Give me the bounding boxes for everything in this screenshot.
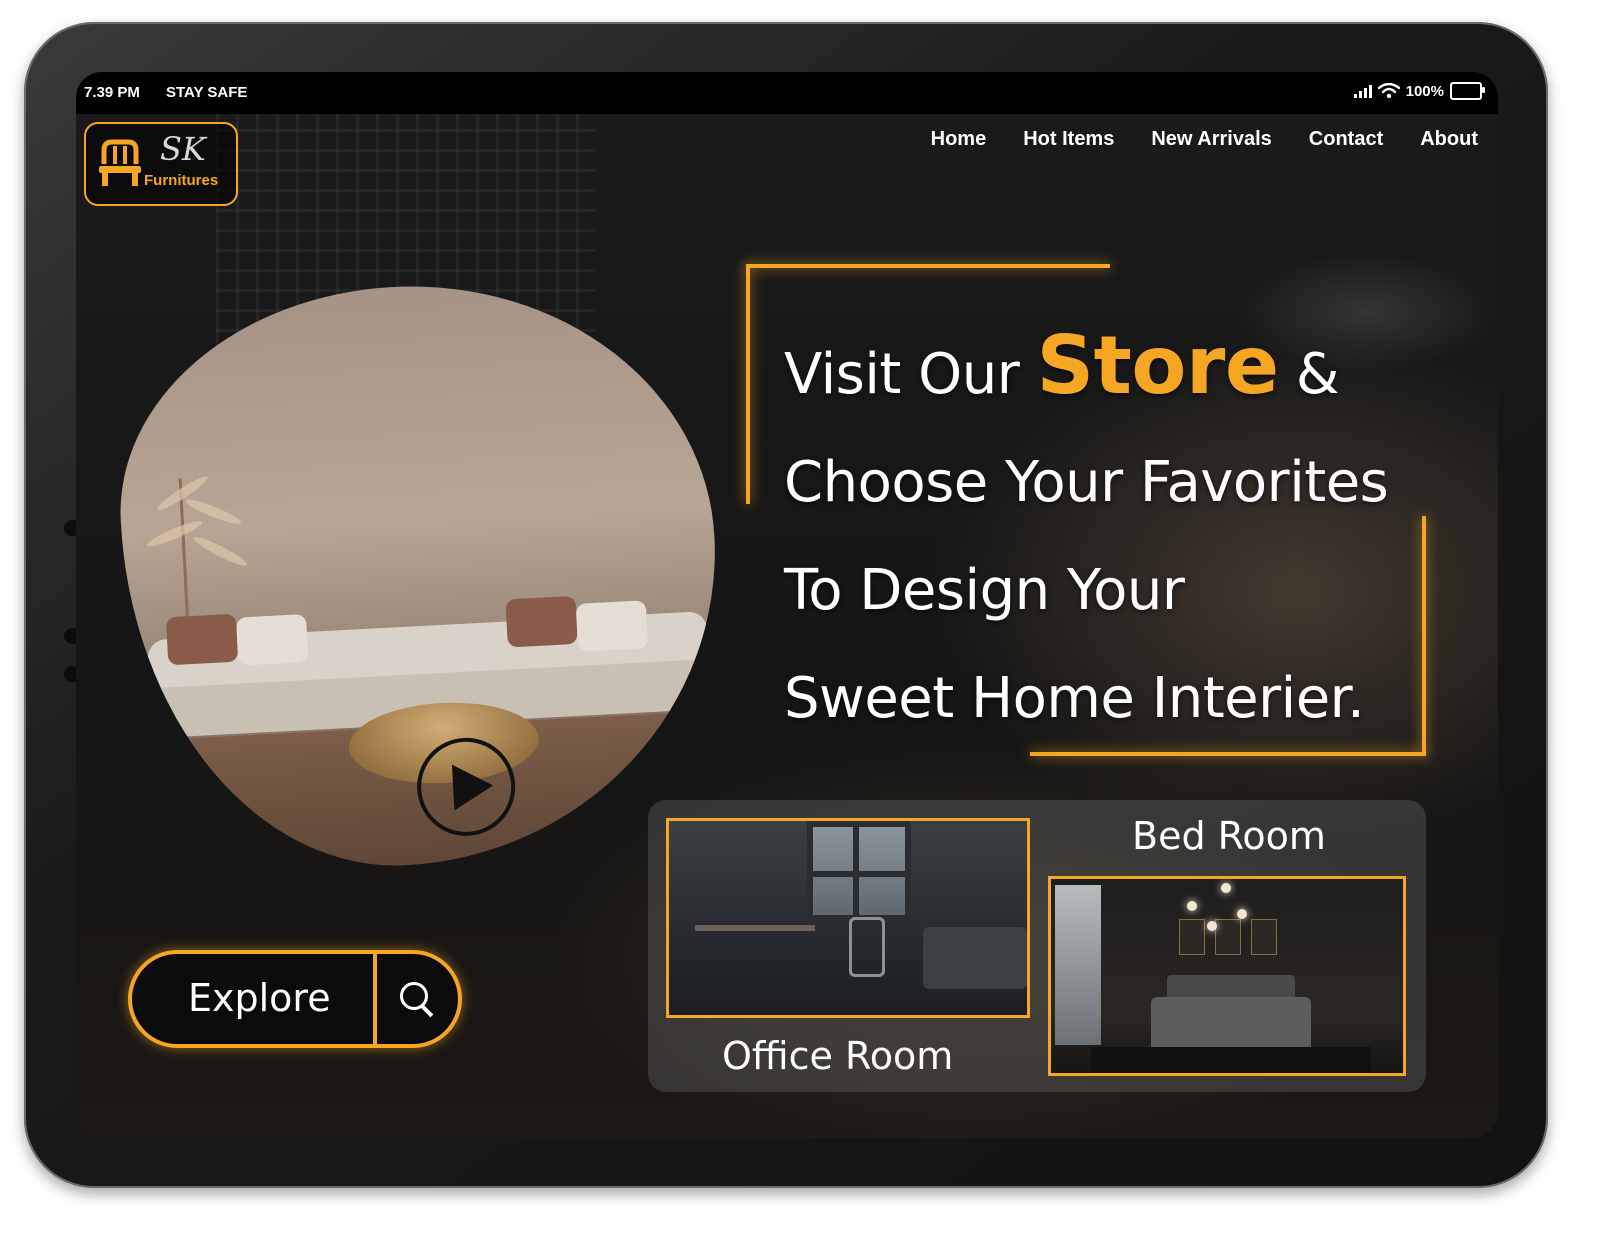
bedroom-rug <box>1091 1047 1371 1073</box>
nav-new-arrivals[interactable]: New Arrivals <box>1151 128 1271 151</box>
bed-room-label[interactable]: Bed Room <box>1132 814 1326 858</box>
headline-line-1: Visit Our Store & <box>784 312 1444 429</box>
pendant-light <box>1237 909 1247 919</box>
headline-line-3: To Design Your <box>784 558 1185 623</box>
pendant-light <box>1221 883 1231 893</box>
headline-frame-top <box>746 264 1110 268</box>
room-categories-panel: Office Room Bed Room <box>648 800 1426 1092</box>
bed-room-card[interactable] <box>1048 876 1406 1076</box>
office-desk <box>695 925 815 931</box>
headline-prefix: Visit Our <box>784 342 1020 407</box>
status-message: STAY SAFE <box>166 84 248 101</box>
nav-home[interactable]: Home <box>931 128 987 151</box>
bedroom-artwork <box>1251 919 1277 955</box>
status-bar: 7.39 PM STAY SAFE 100% <box>76 72 1498 114</box>
sofa-pillow <box>505 595 578 648</box>
explore-search-bar: Explore <box>128 950 462 1048</box>
pendant-light <box>1207 921 1217 931</box>
hero-living-room-image <box>109 270 731 880</box>
play-icon <box>451 762 495 811</box>
office-window <box>807 821 911 921</box>
app-screen: 7.39 PM STAY SAFE 100% SK Furnitures Hom… <box>76 72 1498 1138</box>
status-time: 7.39 PM <box>84 84 140 101</box>
search-button[interactable] <box>378 954 458 1044</box>
bedroom-artwork <box>1179 919 1205 955</box>
headline-frame-left <box>746 264 750 504</box>
bedroom-window <box>1055 885 1101 1045</box>
nav-about[interactable]: About <box>1420 128 1478 151</box>
headline-accent: Store <box>1036 319 1280 412</box>
battery-icon <box>1450 82 1485 100</box>
hero-headline: Visit Our Store & Choose Your Favorites … <box>784 312 1444 753</box>
sofa-pillow <box>235 614 309 666</box>
bedroom-artwork <box>1215 919 1241 955</box>
chair-icon <box>99 139 141 186</box>
pendant-light <box>1187 901 1197 911</box>
cellular-signal-icon <box>1353 84 1372 98</box>
search-icon-handle <box>420 1004 434 1018</box>
wifi-icon <box>1377 83 1400 99</box>
headline-suffix: & <box>1295 342 1340 407</box>
office-room-label[interactable]: Office Room <box>722 1034 953 1078</box>
logo-monogram: SK <box>160 130 206 168</box>
explore-button[interactable]: Explore <box>188 976 331 1020</box>
sofa-pillow <box>165 613 239 666</box>
office-sofa <box>923 927 1027 989</box>
sofa-pillow <box>575 600 649 652</box>
logo-text: Furnitures <box>144 172 219 189</box>
explore-divider <box>373 954 377 1044</box>
nav-contact[interactable]: Contact <box>1309 128 1383 151</box>
nav-hot-items[interactable]: Hot Items <box>1023 128 1114 151</box>
battery-percent: 100% <box>1405 82 1444 100</box>
main-nav: Home Hot Items New Arrivals Contact Abou… <box>931 128 1478 151</box>
headline-line-2: Choose Your Favorites <box>784 450 1389 515</box>
status-indicators: 100% <box>1353 82 1485 100</box>
office-chair <box>849 917 885 977</box>
office-room-card[interactable] <box>666 818 1030 1018</box>
brand-logo[interactable]: SK Furnitures <box>84 122 238 206</box>
headline-line-4: Sweet Home Interier. <box>784 666 1365 731</box>
